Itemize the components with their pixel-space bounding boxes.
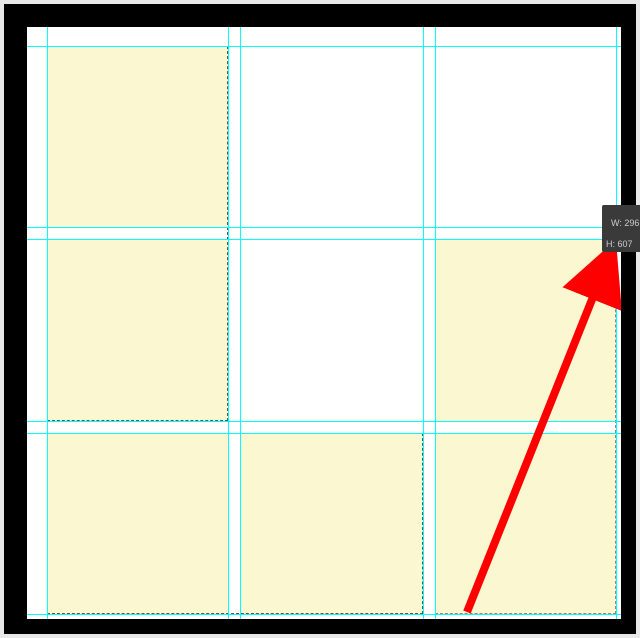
window-frame [4,4,636,634]
guide-vertical[interactable] [240,27,241,619]
guide-vertical[interactable] [423,27,424,619]
tooltip-width-value: 296 [624,218,639,228]
guide-vertical[interactable] [435,27,436,619]
dimension-tooltip: W: 296 H: 607 [602,205,640,252]
guide-horizontal[interactable] [27,227,621,228]
active-selection-marquee[interactable] [435,239,616,614]
selection-marquee [47,433,423,614]
tooltip-height-value: 607 [618,239,633,249]
guide-horizontal[interactable] [27,614,621,615]
guide-horizontal[interactable] [27,46,621,47]
tooltip-width-label: W: [611,218,622,228]
selection-marquee [47,46,228,421]
guide-vertical[interactable] [228,27,229,619]
guide-horizontal[interactable] [27,421,621,422]
guide-horizontal[interactable] [27,239,621,240]
guide-horizontal[interactable] [27,433,621,434]
guide-vertical[interactable] [47,27,48,619]
guide-vertical[interactable] [616,27,617,619]
canvas[interactable] [27,27,621,619]
tooltip-height-label: H: [606,239,615,249]
